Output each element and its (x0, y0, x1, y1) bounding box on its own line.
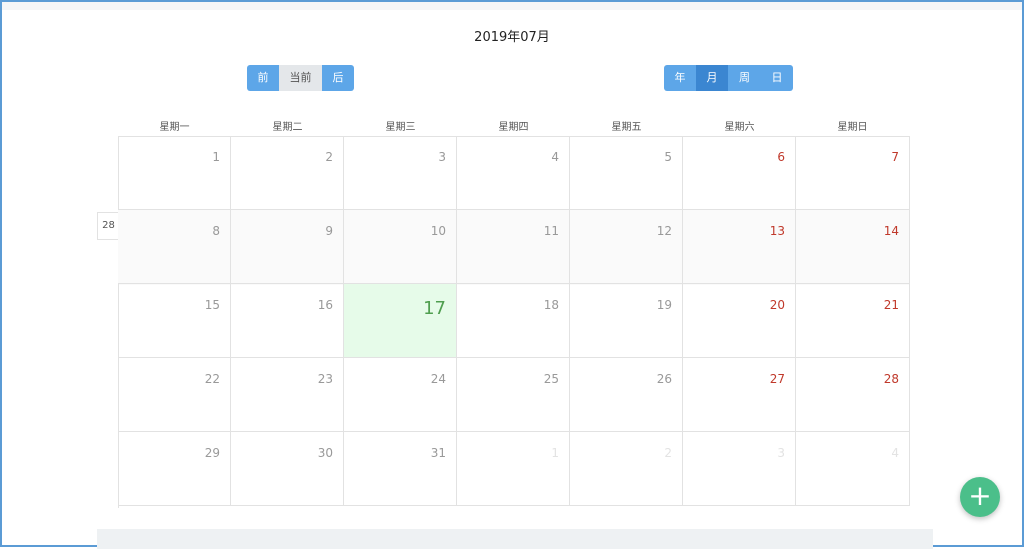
day-number: 5 (664, 150, 672, 164)
day-cell[interactable]: 20 (683, 284, 796, 358)
weekday-header: 星期五 (611, 122, 642, 133)
next-button[interactable]: 后 (322, 65, 354, 91)
day-number: 22 (204, 372, 220, 386)
day-cell[interactable]: 8 (118, 210, 231, 284)
day-cell[interactable]: 24 (344, 358, 457, 432)
year-view-button[interactable]: 年 (664, 65, 696, 91)
day-number: 12 (656, 224, 672, 238)
add-event-button[interactable]: + (960, 477, 1000, 517)
weekday-header: 星期三 (385, 122, 416, 133)
day-number: 1 (212, 150, 220, 164)
weekday-header: 星期日 (837, 122, 868, 133)
day-number: 28 (883, 372, 899, 386)
day-cell[interactable]: 30 (231, 432, 344, 506)
day-number: 1 (551, 446, 559, 460)
weekday-header: 星期二 (272, 122, 303, 133)
day-view-button[interactable]: 日 (761, 65, 793, 91)
day-cell[interactable]: 7 (796, 136, 910, 210)
week-number-label: 28 (97, 212, 119, 240)
day-number: 4 (551, 150, 559, 164)
day-cell[interactable]: 2 (231, 136, 344, 210)
day-number: 21 (883, 298, 899, 312)
day-cell[interactable]: 19 (570, 284, 683, 358)
month-view-button[interactable]: 月 (696, 65, 728, 91)
day-number: 15 (204, 298, 220, 312)
day-cell[interactable]: 3 (344, 136, 457, 210)
day-cell[interactable]: 11 (457, 210, 570, 284)
day-number: 31 (430, 446, 446, 460)
day-number: 24 (430, 372, 446, 386)
view-button-group: 年 月 周 日 (664, 65, 793, 91)
day-number: 13 (769, 224, 785, 238)
top-strip (2, 2, 1022, 10)
day-cell[interactable]: 22 (118, 358, 231, 432)
day-cell[interactable]: 3 (683, 432, 796, 506)
weekday-header: 星期四 (498, 122, 529, 133)
weekday-header: 星期一 (159, 122, 190, 133)
day-number: 2 (325, 150, 333, 164)
day-number: 20 (769, 298, 785, 312)
calendar-title: 2019年07月 (474, 30, 550, 45)
current-button[interactable]: 当前 (279, 65, 322, 91)
day-number: 8 (212, 224, 220, 238)
day-number: 29 (204, 446, 220, 460)
day-cell[interactable]: 2 (570, 432, 683, 506)
day-number: 18 (543, 298, 559, 312)
prev-button[interactable]: 前 (247, 65, 279, 91)
weekday-header: 星期六 (724, 122, 755, 133)
day-cell[interactable]: 14 (796, 210, 910, 284)
day-number: 9 (325, 224, 333, 238)
week-view-button[interactable]: 周 (728, 65, 761, 91)
day-cell[interactable]: 23 (231, 358, 344, 432)
day-number: 17 (423, 298, 446, 319)
day-cell[interactable]: 6 (683, 136, 796, 210)
day-number: 16 (317, 298, 333, 312)
day-cell[interactable]: 25 (457, 358, 570, 432)
day-number: 6 (777, 150, 785, 164)
day-number: 7 (891, 150, 899, 164)
day-cell[interactable]: 28 (796, 358, 910, 432)
day-number: 27 (769, 372, 785, 386)
day-number: 3 (438, 150, 446, 164)
day-cell[interactable]: 16 (231, 284, 344, 358)
day-cell[interactable]: 21 (796, 284, 910, 358)
day-number: 26 (656, 372, 672, 386)
day-cell[interactable]: 12 (570, 210, 683, 284)
day-cell[interactable]: 1 (457, 432, 570, 506)
day-number: 10 (430, 224, 446, 238)
day-cell[interactable]: 4 (457, 136, 570, 210)
month-grid: 1 2 3 4 5 6 7 8 9 10 11 12 13 14 15 16 17 18 19 20 21 22 23 24 2… (118, 136, 910, 508)
day-cell[interactable]: 4 (796, 432, 910, 506)
day-number: 25 (543, 372, 559, 386)
day-cell[interactable]: 13 (683, 210, 796, 284)
day-cell[interactable]: 10 (344, 210, 457, 284)
day-cell[interactable]: 31 (344, 432, 457, 506)
day-number: 23 (317, 372, 333, 386)
day-cell[interactable]: 17 (344, 284, 457, 358)
day-number: 4 (891, 446, 899, 460)
day-cell[interactable]: 5 (570, 136, 683, 210)
day-cell[interactable]: 9 (231, 210, 344, 284)
day-number: 14 (883, 224, 899, 238)
day-cell[interactable]: 18 (457, 284, 570, 358)
nav-button-group: 前 当前 后 (247, 65, 354, 91)
day-number: 19 (656, 298, 672, 312)
day-cell[interactable]: 1 (118, 136, 231, 210)
day-cell[interactable]: 26 (570, 358, 683, 432)
day-number: 3 (777, 446, 785, 460)
day-cell[interactable]: 27 (683, 358, 796, 432)
day-number: 30 (317, 446, 333, 460)
day-number: 11 (543, 224, 559, 238)
bottom-panel (97, 529, 933, 549)
day-cell[interactable]: 29 (118, 432, 231, 506)
day-number: 2 (664, 446, 672, 460)
day-cell[interactable]: 15 (118, 284, 231, 358)
